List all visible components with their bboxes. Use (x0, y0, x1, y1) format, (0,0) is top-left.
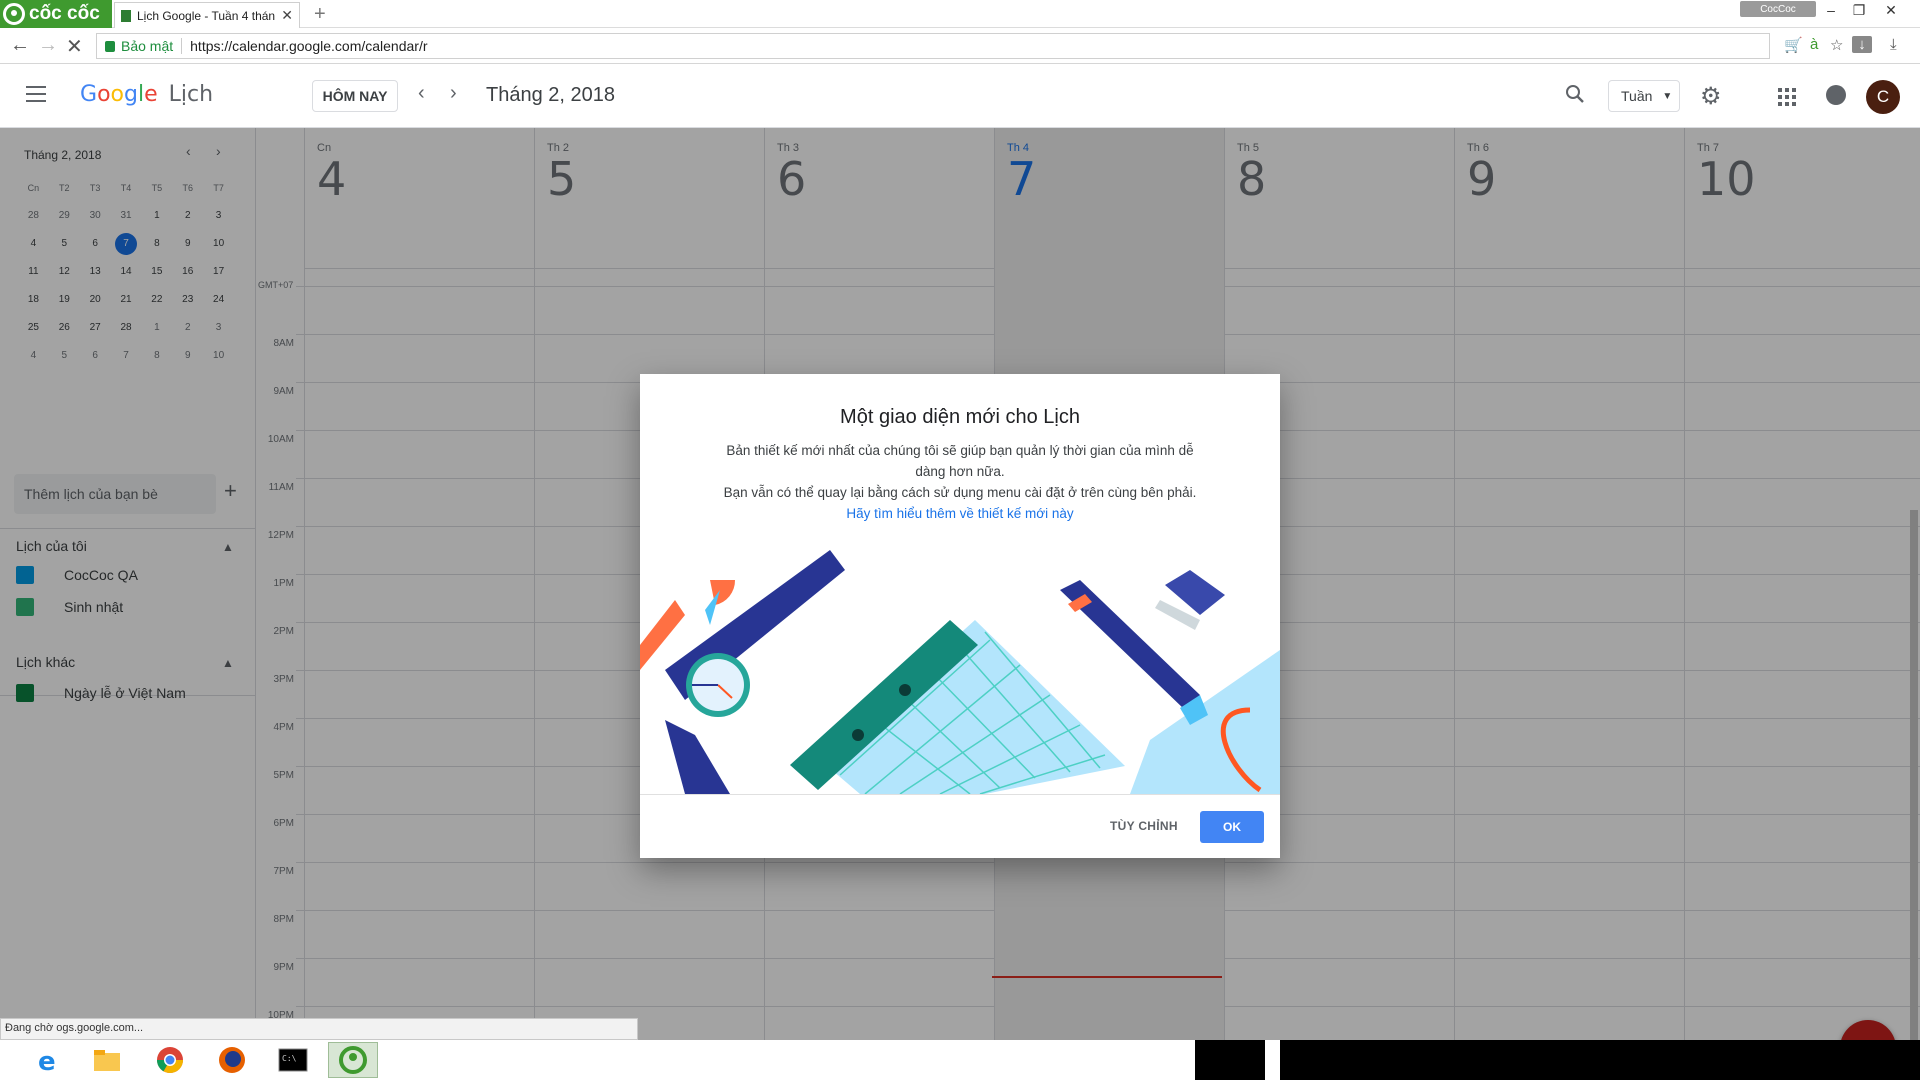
profile-badge[interactable]: CocCoc (1740, 1, 1816, 17)
dialog-footer: TÙY CHỈNH OK (640, 794, 1280, 858)
status-text: Đang chờ ogs.google.com... (5, 1022, 144, 1034)
customize-button[interactable]: TÙY CHỈNH (1110, 819, 1178, 833)
download-icon[interactable]: ↓ (1852, 36, 1872, 53)
svg-text:e: e (38, 1047, 56, 1075)
tab-close-icon[interactable]: ✕ (281, 7, 293, 24)
secure-label: Bảo mật (121, 38, 183, 54)
apps-grid-icon[interactable] (1778, 88, 1796, 106)
view-selector[interactable]: Tuần ▼ (1608, 80, 1680, 112)
taskbar-black-area (1195, 1040, 1265, 1080)
shopping-cart-icon[interactable]: 🛒 (1784, 36, 1803, 54)
forward-arrow-icon[interactable]: → (38, 34, 58, 57)
stop-loading-icon[interactable]: ✕ (66, 34, 83, 59)
app-header: Google Lịch HÔM NAY ‹ › Tháng 2, 2018 Tu… (0, 64, 1920, 128)
new-tab-button[interactable]: + (314, 3, 326, 26)
calendar-favicon-icon (121, 9, 131, 22)
back-arrow-icon[interactable]: ← (10, 34, 30, 57)
learn-more-link[interactable]: Hãy tìm hiểu thêm về thiết kế mới này (710, 503, 1210, 524)
dialog-line-2: Bạn vẫn có thể quay lại bằng cách sử dụn… (723, 485, 1197, 500)
bookmark-star-icon[interactable]: ☆ (1830, 36, 1843, 54)
next-week-chevron-icon[interactable]: › (450, 82, 457, 105)
windows-taskbar: e C:\ (0, 1040, 1920, 1080)
coccoc-menu-button[interactable]: cốc cốc (0, 0, 112, 28)
svg-text:C:\: C:\ (282, 1054, 297, 1063)
logo-letter: o (110, 82, 124, 107)
settings-gear-icon[interactable]: ⚙ (1700, 82, 1722, 111)
taskbar-black-area (1280, 1040, 1920, 1080)
previous-week-chevron-icon[interactable]: ‹ (418, 82, 425, 105)
internet-explorer-icon[interactable]: e (22, 1042, 72, 1078)
command-prompt-icon[interactable]: C:\ (268, 1042, 318, 1078)
close-window-icon[interactable]: ✕ (1878, 0, 1904, 20)
file-explorer-icon[interactable] (82, 1042, 132, 1078)
search-icon[interactable] (1565, 84, 1585, 104)
view-selector-label: Tuần (1621, 88, 1653, 104)
logo-letter: G (80, 82, 98, 107)
brand-label: cốc cốc (29, 3, 100, 24)
logo-letter: o (97, 82, 111, 107)
lock-icon (105, 40, 115, 52)
chrome-icon[interactable] (145, 1042, 195, 1078)
google-calendar-logo[interactable]: Google Lịch (80, 82, 213, 107)
notifications-bell-icon[interactable] (1826, 85, 1846, 105)
url-text: https://calendar.google.com/calendar/r (190, 38, 428, 54)
coccoc-logo-icon (3, 3, 25, 25)
main-menu-icon[interactable] (26, 86, 46, 102)
current-month-title: Tháng 2, 2018 (486, 84, 615, 106)
status-bar: Đang chờ ogs.google.com... (0, 1018, 638, 1040)
dialog-line-1: Bản thiết kế mới nhất của chúng tôi sẽ g… (726, 443, 1194, 479)
calendar-app: Google Lịch HÔM NAY ‹ › Tháng 2, 2018 Tu… (0, 64, 1920, 1040)
firefox-icon[interactable] (207, 1042, 257, 1078)
browser-tab[interactable]: Lịch Google - Tuần 4 thán ✕ (114, 2, 300, 28)
coccoc-taskbar-icon[interactable] (328, 1042, 378, 1078)
account-avatar[interactable]: C (1866, 80, 1900, 114)
calendar-illustration (640, 550, 1280, 794)
logo-letter: e (144, 82, 158, 107)
dialog-body: Bản thiết kế mới nhất của chúng tôi sẽ g… (710, 440, 1210, 524)
downloads-menu-icon[interactable]: ⤓ (1890, 36, 1897, 53)
ok-button[interactable]: OK (1200, 811, 1264, 843)
today-button[interactable]: HÔM NAY (312, 80, 398, 112)
profile-label: CocCoc (1760, 3, 1796, 15)
dialog-title: Một giao diện mới cho Lịch (840, 406, 1080, 428)
address-bar[interactable]: Bảo mật https://calendar.google.com/cale… (96, 33, 1770, 59)
restore-icon[interactable]: ❐ (1846, 0, 1872, 20)
new-design-dialog: Một giao diện mới cho Lịch Bản thiết kế … (640, 374, 1280, 858)
dropdown-arrow-icon: ▼ (1662, 90, 1673, 102)
address-toolbar: ← → ✕ Bảo mật https://calendar.google.co… (0, 28, 1920, 64)
logo-letter: g (124, 82, 138, 107)
app-name: Lịch (168, 82, 214, 107)
browser-tab-strip: cốc cốc Lịch Google - Tuần 4 thán ✕ + Co… (0, 0, 1920, 28)
tab-title: Lịch Google - Tuần 4 thán (137, 8, 276, 23)
minimize-icon[interactable]: – (1818, 0, 1844, 20)
vietnamese-input-icon[interactable]: à (1810, 36, 1818, 53)
